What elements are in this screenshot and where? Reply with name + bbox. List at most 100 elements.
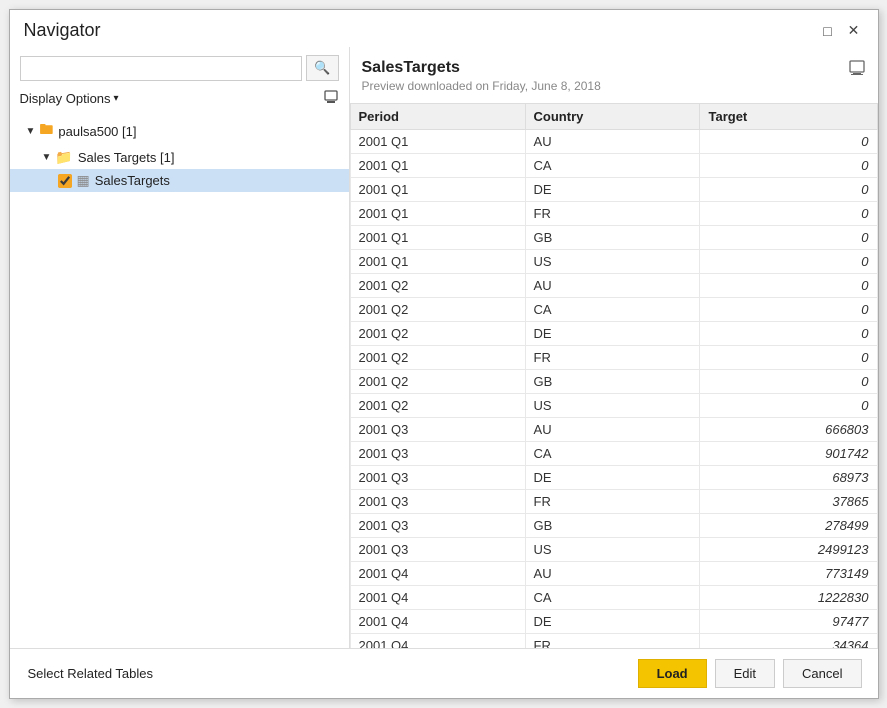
table-header-row: Period Country Target — [350, 104, 877, 130]
table-cell: US — [525, 250, 700, 274]
table-cell: 0 — [700, 178, 877, 202]
edit-button[interactable]: Edit — [715, 659, 775, 688]
table-cell: DE — [525, 322, 700, 346]
display-options-button[interactable]: Display Options ▾ — [20, 91, 119, 106]
table-cell: US — [525, 394, 700, 418]
table-cell: DE — [525, 178, 700, 202]
col-period: Period — [350, 104, 525, 130]
table-cell: 97477 — [700, 610, 877, 634]
table-cell: 2001 Q2 — [350, 394, 525, 418]
table-row: 2001 Q3AU666803 — [350, 418, 877, 442]
footer-right: Load Edit Cancel — [638, 659, 862, 688]
load-button[interactable]: Load — [638, 659, 707, 688]
table-cell: 0 — [700, 274, 877, 298]
preview-header: SalesTargets Preview downloaded on Frida… — [350, 59, 878, 97]
table-cell: 278499 — [700, 514, 877, 538]
table-cell: 2499123 — [700, 538, 877, 562]
table-cell: 2001 Q3 — [350, 514, 525, 538]
footer: Select Related Tables Load Edit Cancel — [10, 648, 878, 698]
preview-table: Period Country Target 2001 Q1AU02001 Q1C… — [350, 103, 878, 648]
refresh-icon — [323, 89, 339, 105]
table-cell: 0 — [700, 322, 877, 346]
table-cell: 2001 Q2 — [350, 370, 525, 394]
tree-panel: ▼ 🖿 paulsa500 [1] ▼ 📁 Sales Targets [1] … — [10, 116, 349, 648]
table-row: 2001 Q2GB0 — [350, 370, 877, 394]
table-cell: 0 — [700, 226, 877, 250]
preview-title-group: SalesTargets Preview downloaded on Frida… — [362, 59, 601, 93]
table-cell: 37865 — [700, 490, 877, 514]
title-bar: Navigator □ ✕ — [10, 10, 878, 47]
tree-item-salestabletargets[interactable]: ▦ SalesTargets — [10, 169, 349, 192]
table-row: 2001 Q2CA0 — [350, 298, 877, 322]
table-cell: 2001 Q2 — [350, 322, 525, 346]
minimize-button[interactable]: □ — [818, 21, 838, 41]
table-cell: GB — [525, 514, 700, 538]
table-cell: 2001 Q1 — [350, 130, 525, 154]
table-cell: 0 — [700, 394, 877, 418]
navigator-dialog: Navigator □ ✕ 🔍 Display Options ▾ — [9, 9, 879, 699]
table-cell: 2001 Q1 — [350, 250, 525, 274]
table-row: 2001 Q3US2499123 — [350, 538, 877, 562]
folder-icon: 📁 — [55, 149, 72, 166]
close-button[interactable]: ✕ — [844, 21, 864, 41]
tree-arrow-sales-targets: ▼ — [42, 152, 52, 163]
table-cell: 2001 Q2 — [350, 274, 525, 298]
table-cell: 2001 Q3 — [350, 466, 525, 490]
refresh-icon-button[interactable] — [323, 89, 339, 108]
preview-refresh-button[interactable] — [848, 59, 866, 80]
table-row: 2001 Q1DE0 — [350, 178, 877, 202]
table-cell: 2001 Q4 — [350, 586, 525, 610]
table-cell: 2001 Q1 — [350, 178, 525, 202]
table-cell: AU — [525, 562, 700, 586]
table-cell: FR — [525, 634, 700, 649]
table-cell: 666803 — [700, 418, 877, 442]
left-panel: 🔍 Display Options ▾ — [10, 47, 350, 648]
tree-label-paulsa500: paulsa500 [1] — [58, 124, 136, 139]
table-cell: FR — [525, 346, 700, 370]
title-bar-controls: □ ✕ — [818, 21, 864, 41]
table-icon: ▦ — [77, 172, 90, 189]
table-cell: 2001 Q3 — [350, 442, 525, 466]
table-row: 2001 Q4FR34364 — [350, 634, 877, 649]
table-cell: 2001 Q4 — [350, 634, 525, 649]
tree-item-sales-targets[interactable]: ▼ 📁 Sales Targets [1] — [10, 146, 349, 169]
table-cell: DE — [525, 466, 700, 490]
tree-label-salestargettable: SalesTargets — [95, 173, 170, 188]
table-cell: 2001 Q3 — [350, 418, 525, 442]
table-cell: 2001 Q1 — [350, 202, 525, 226]
tree-label-sales-targets: Sales Targets [1] — [78, 150, 175, 165]
preview-subtitle: Preview downloaded on Friday, June 8, 20… — [362, 79, 601, 93]
table-cell: 2001 Q2 — [350, 346, 525, 370]
select-related-tables-button[interactable]: Select Related Tables — [26, 660, 156, 687]
table-row: 2001 Q4CA1222830 — [350, 586, 877, 610]
tree-checkbox-salestargettable[interactable] — [58, 174, 72, 188]
table-cell: 0 — [700, 130, 877, 154]
table-row: 2001 Q4DE97477 — [350, 610, 877, 634]
table-cell: 0 — [700, 202, 877, 226]
display-options-arrow: ▾ — [114, 93, 119, 104]
table-cell: 0 — [700, 346, 877, 370]
dialog-title: Navigator — [24, 20, 101, 41]
table-row: 2001 Q2AU0 — [350, 274, 877, 298]
table-row: 2001 Q3GB278499 — [350, 514, 877, 538]
table-cell: 773149 — [700, 562, 877, 586]
search-button[interactable]: 🔍 — [306, 55, 338, 81]
tree-item-paulsa500[interactable]: ▼ 🖿 paulsa500 [1] — [10, 116, 349, 146]
table-cell: 1222830 — [700, 586, 877, 610]
table-row: 2001 Q3FR37865 — [350, 490, 877, 514]
table-cell: 0 — [700, 370, 877, 394]
table-row: 2001 Q1GB0 — [350, 226, 877, 250]
table-row: 2001 Q2FR0 — [350, 346, 877, 370]
db-icon: 🖿 — [39, 119, 53, 143]
table-cell: CA — [525, 298, 700, 322]
cancel-button[interactable]: Cancel — [783, 659, 861, 688]
table-cell: 0 — [700, 298, 877, 322]
right-panel: SalesTargets Preview downloaded on Frida… — [350, 47, 878, 648]
search-input[interactable] — [20, 56, 303, 81]
table-cell: CA — [525, 586, 700, 610]
table-cell: 68973 — [700, 466, 877, 490]
table-body: 2001 Q1AU02001 Q1CA02001 Q1DE02001 Q1FR0… — [350, 130, 877, 649]
table-header: Period Country Target — [350, 104, 877, 130]
table-row: 2001 Q3DE68973 — [350, 466, 877, 490]
table-row: 2001 Q1CA0 — [350, 154, 877, 178]
